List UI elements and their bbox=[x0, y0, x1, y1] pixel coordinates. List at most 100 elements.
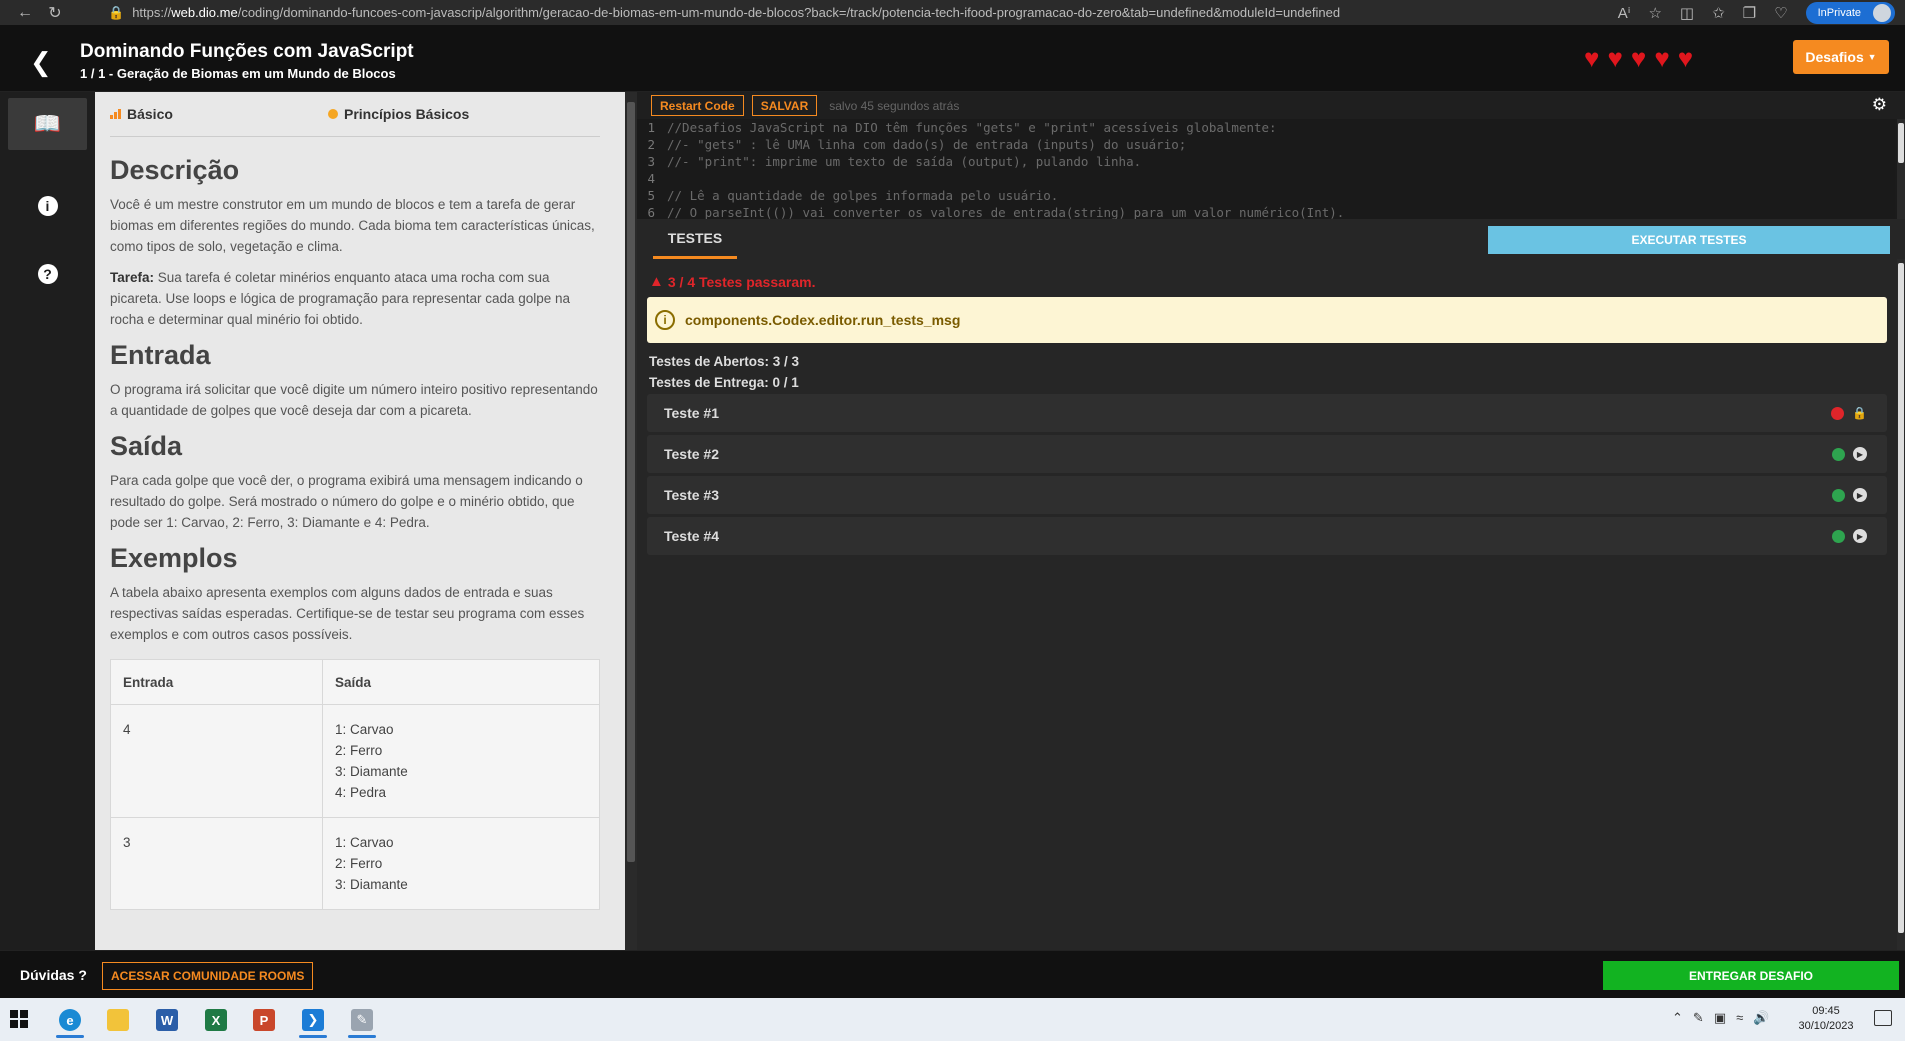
expand-arrow-icon[interactable]: ▶ bbox=[1853, 447, 1867, 461]
inprivate-label: InPrivate bbox=[1817, 6, 1861, 19]
code-line: 1 //Desafios JavaScript na DIO têm funçõe… bbox=[637, 119, 1895, 136]
powerpoint-icon[interactable]: P bbox=[246, 1004, 282, 1036]
entrada-heading: Entrada bbox=[110, 340, 211, 370]
favorites-icon[interactable]: ✩ bbox=[1712, 4, 1725, 22]
book-icon: 📖 bbox=[33, 111, 62, 136]
browser-essentials-icon[interactable]: ♡ bbox=[1774, 4, 1787, 22]
open-tests-count: Testes de Abertos: 3 / 3 bbox=[649, 354, 800, 369]
system-tray: ⌃ ✎ ▣ ≈ 🔊 bbox=[1672, 1010, 1769, 1026]
tool-icon[interactable]: ✎ bbox=[344, 1004, 380, 1038]
alert-text: components.Codex.editor.run_tests_msg bbox=[685, 312, 961, 328]
inprivate-badge[interactable]: InPrivate bbox=[1805, 1, 1895, 24]
code-line: 5 // Lê a quantidade de golpes informada … bbox=[637, 187, 1895, 204]
heart-icon: ♥ bbox=[1677, 43, 1694, 73]
test-status: ▶ bbox=[1832, 447, 1867, 461]
tarefa-text: Sua tarefa é coletar minérios enquanto a… bbox=[110, 270, 571, 327]
windows-taskbar: e W X P ❯ ✎ ⌃ ✎ ▣ ≈ 🔊 09:45 30/10/2023 bbox=[0, 998, 1905, 1041]
description-panel: Básico Princípios Básicos Descrição Você… bbox=[95, 92, 625, 950]
output-line: 4: Pedra bbox=[335, 785, 387, 800]
test-row[interactable]: Teste #1 🔒 bbox=[647, 394, 1887, 432]
clock[interactable]: 09:45 30/10/2023 bbox=[1796, 1004, 1856, 1034]
pen-icon[interactable]: ✎ bbox=[1693, 1010, 1704, 1026]
wifi-icon[interactable]: ≈ bbox=[1736, 1010, 1743, 1026]
descricao-text: Você é um mestre construtor em um mundo … bbox=[110, 197, 595, 254]
chevron-up-icon[interactable]: ⌃ bbox=[1672, 1010, 1683, 1026]
heart-icon: ♥ bbox=[1654, 43, 1670, 73]
split-screen-icon[interactable]: ◫ bbox=[1680, 4, 1694, 22]
tarefa-paragraph: Tarefa: Sua tarefa é coletar minérios en… bbox=[110, 267, 600, 330]
tab-testes[interactable]: TESTES bbox=[653, 219, 737, 259]
submit-challenge-button[interactable]: ENTREGAR DESAFIO bbox=[1603, 961, 1899, 990]
tarefa-label: Tarefa: bbox=[110, 270, 155, 285]
gear-icon[interactable]: ⚙ bbox=[1872, 95, 1887, 115]
test-row[interactable]: Teste #2 ▶ bbox=[647, 435, 1887, 473]
code-line: 6 // O parseInt(()) vai converter os valo… bbox=[637, 204, 1895, 219]
test-row[interactable]: Teste #3 ▶ bbox=[647, 476, 1887, 514]
descricao-heading: Descrição bbox=[110, 155, 240, 185]
description-scrollbar[interactable] bbox=[627, 102, 635, 862]
panel-splitter[interactable] bbox=[625, 92, 637, 950]
test-label: Teste #2 bbox=[664, 446, 719, 462]
saida-text: Para cada golpe que você der, o programa… bbox=[110, 473, 583, 530]
address-bar[interactable]: 🔒 https://web.dio.me/coding/dominando-fu… bbox=[108, 0, 1508, 25]
warning-icon: ▲ bbox=[649, 273, 664, 290]
test-status: ▶ bbox=[1832, 529, 1867, 543]
left-icon-rail: 📖 i ? bbox=[0, 92, 95, 950]
rail-help-tab[interactable]: ? bbox=[8, 248, 87, 300]
word-icon[interactable]: W bbox=[149, 1004, 185, 1036]
profile-avatar bbox=[1873, 3, 1891, 22]
refresh-icon[interactable]: ↻ bbox=[40, 2, 70, 24]
test-status: 🔒 bbox=[1831, 406, 1867, 420]
heart-icon: ♥ bbox=[1607, 43, 1623, 73]
windows-start-icon[interactable] bbox=[10, 1010, 28, 1028]
expand-arrow-icon[interactable]: ▶ bbox=[1853, 488, 1867, 502]
desafios-label: Desafios bbox=[1805, 49, 1864, 65]
clock-date: 30/10/2023 bbox=[1798, 1020, 1854, 1032]
url-path: /coding/dominando-funcoes-com-javascrip/… bbox=[237, 5, 1341, 20]
test-label: Teste #4 bbox=[664, 528, 719, 544]
tests-passed-text: 3 / 4 Testes passaram. bbox=[667, 273, 816, 290]
back-arrow-icon[interactable]: ← bbox=[10, 2, 40, 24]
entrada-text: O programa irá solicitar que você digite… bbox=[110, 382, 598, 418]
code-text: //- "print": imprime um texto de saída (… bbox=[667, 154, 1142, 169]
save-button[interactable]: SALVAR bbox=[751, 95, 818, 116]
browser-actions: Aⁱ ☆ ◫ ✩ ❐ ♡ InPrivate bbox=[1618, 0, 1905, 25]
failed-status-icon bbox=[1831, 406, 1845, 420]
exemplos-heading: Exemplos bbox=[110, 543, 238, 573]
read-aloud-icon[interactable]: Aⁱ bbox=[1618, 4, 1631, 22]
run-tests-button[interactable]: EXECUTAR TESTES bbox=[1488, 226, 1890, 254]
community-rooms-button[interactable]: ACESSAR COMUNIDADE ROOMS bbox=[102, 962, 314, 990]
back-chevron-icon[interactable]: ❮ bbox=[30, 47, 52, 78]
rail-info-tab[interactable]: i bbox=[8, 180, 87, 232]
bottom-bar: Dúvidas ? ACESSAR COMUNIDADE ROOMS ENTRE… bbox=[0, 950, 1905, 998]
restart-code-button[interactable]: Restart Code bbox=[651, 95, 744, 116]
volume-icon[interactable]: 🔊 bbox=[1753, 1010, 1769, 1026]
edge-icon[interactable]: e bbox=[52, 1004, 88, 1038]
rail-description-tab[interactable]: 📖 bbox=[8, 98, 87, 150]
clock-time: 09:45 bbox=[1812, 1005, 1840, 1017]
line-number: 5 bbox=[647, 188, 655, 203]
tests-counts: Testes de Abertos: 3 / 3 Testes de Entre… bbox=[649, 351, 799, 393]
vscode-icon[interactable]: ❯ bbox=[295, 1004, 331, 1038]
expand-arrow-icon[interactable]: ▶ bbox=[1853, 529, 1867, 543]
code-line: 4 bbox=[637, 170, 1895, 187]
saida-heading: Saída bbox=[110, 431, 183, 461]
favorite-star-icon[interactable]: ☆ bbox=[1648, 4, 1661, 22]
test-row[interactable]: Teste #4 ▶ bbox=[647, 517, 1887, 555]
browser-toolbar: ← ↻ 🔒 https://web.dio.me/coding/dominand… bbox=[0, 0, 1905, 25]
output-line: 3: Diamante bbox=[335, 877, 408, 892]
file-explorer-icon[interactable] bbox=[100, 1004, 136, 1036]
lock-icon: 🔒 bbox=[108, 4, 125, 20]
collections-icon[interactable]: ❐ bbox=[1743, 4, 1756, 22]
code-line: 3 //- "print": imprime um texto de saída … bbox=[637, 153, 1895, 170]
excel-icon[interactable]: X bbox=[198, 1004, 234, 1036]
notification-icon[interactable] bbox=[1874, 1010, 1892, 1026]
editor-scrollbar[interactable] bbox=[1897, 119, 1905, 219]
desafios-dropdown-button[interactable]: Desafios ▼ bbox=[1793, 40, 1889, 74]
table-cell-saida: 1: Carvao 2: Ferro 3: Diamante 4: Pedra bbox=[322, 704, 600, 818]
line-number: 6 bbox=[647, 205, 655, 219]
display-icon[interactable]: ▣ bbox=[1714, 1010, 1726, 1026]
tests-scrollbar[interactable] bbox=[1897, 259, 1905, 950]
code-editor[interactable]: 1 //Desafios JavaScript na DIO têm funçõe… bbox=[637, 119, 1895, 219]
duvidas-label: Dúvidas ? bbox=[20, 967, 87, 983]
